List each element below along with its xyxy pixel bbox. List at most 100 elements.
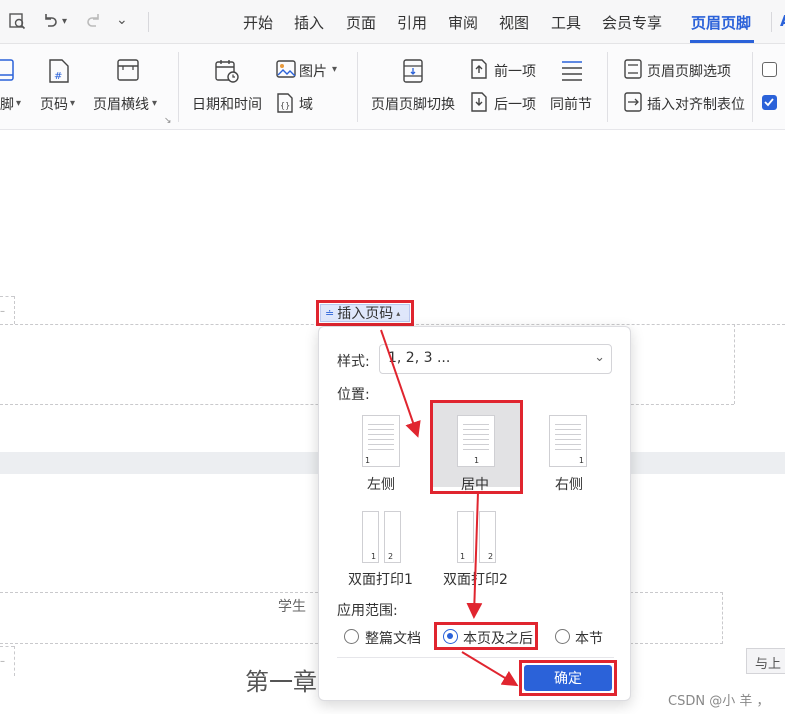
scope-whole-document-label[interactable]: 整篇文档 — [365, 628, 421, 648]
chapter-heading: 第一章 — [245, 668, 317, 696]
header-footer-options-label[interactable]: 页眉页脚选项 — [647, 61, 731, 81]
footer-icon[interactable] — [0, 58, 16, 86]
svg-text:{}: {} — [280, 101, 290, 110]
previous-item-icon[interactable] — [470, 59, 488, 83]
position-left-label: 左侧 — [367, 477, 395, 493]
toolbar-separator — [148, 12, 149, 32]
page-thumbnail: 1 — [457, 511, 474, 563]
scope-highlight-box — [434, 622, 538, 650]
tab-page[interactable]: 页面 — [346, 12, 376, 33]
page-number-icon[interactable]: # — [48, 58, 70, 88]
header-footer-switch-icon[interactable] — [402, 58, 424, 88]
undo-icon[interactable] — [42, 12, 58, 34]
scope-this-section-radio[interactable] — [555, 629, 570, 644]
page-thumbnail: 2 — [479, 511, 496, 563]
tab-review[interactable]: 审阅 — [448, 12, 478, 33]
student-text: 学生 — [278, 599, 306, 615]
header-line-label[interactable]: 页眉横线 — [93, 94, 149, 114]
more-dropdown-icon[interactable]: ⌄ — [116, 12, 128, 28]
field-icon[interactable]: {} — [276, 93, 294, 117]
undo-dropdown-icon[interactable]: ▾ — [62, 16, 67, 27]
dialog-launcher-icon[interactable]: ↘ — [164, 116, 172, 126]
footer-dropdown-icon[interactable]: ▾ — [16, 98, 21, 109]
chevron-down-icon: ⌄ — [594, 350, 605, 365]
link-to-previous-badge[interactable]: 与上 — [746, 648, 785, 674]
redo-icon[interactable] — [86, 12, 102, 34]
print-preview-icon[interactable] — [8, 12, 26, 34]
tab-insert[interactable]: 插入 — [294, 12, 324, 33]
watermark: CSDN @小 羊 ， — [668, 694, 770, 709]
position-duplex-1-label: 双面打印1 — [348, 572, 413, 588]
position-duplex-1-option[interactable]: 1 2 双面打印1 — [336, 505, 426, 589]
insert-align-tab-icon[interactable] — [624, 92, 642, 116]
page-thumbnail: 1 — [549, 415, 587, 467]
position-label: 位置: — [337, 387, 370, 403]
scope-whole-document-radio[interactable] — [344, 629, 359, 644]
svg-text:#: # — [54, 71, 62, 82]
position-right-option[interactable]: 1 右侧 — [529, 409, 619, 493]
insert-align-tab-label[interactable]: 插入对齐制表位 — [647, 94, 745, 114]
header-footer-switch-label[interactable]: 页眉页脚切换 — [371, 94, 455, 114]
tab-view[interactable]: 视图 — [499, 12, 529, 33]
next-item-label[interactable]: 后一项 — [494, 94, 536, 114]
same-as-previous-icon[interactable] — [560, 58, 584, 88]
same-as-previous-label[interactable]: 同前节 — [550, 94, 592, 114]
thumb-page-num: 1 — [365, 456, 371, 465]
header-boundary — [14, 296, 15, 324]
position-duplex-2-option[interactable]: 1 2 双面打印2 — [431, 505, 521, 589]
thumb-page-num: 1 — [460, 552, 466, 561]
style-select[interactable]: 1, 2, 3 ... ⌄ — [379, 344, 612, 374]
top-menu-bar: ▾ ⌄ 开始 插入 页面 引用 审阅 视图 工具 会员专享 页眉页脚 A — [0, 0, 785, 44]
left-marker: – — [0, 306, 5, 317]
tab-member[interactable]: 会员专享 — [602, 12, 662, 33]
tab-tools[interactable]: 工具 — [551, 12, 581, 33]
position-duplex-2-label: 双面打印2 — [443, 572, 508, 588]
page-number-label[interactable]: 页码 — [40, 94, 68, 114]
tab-home[interactable]: 开始 — [243, 12, 273, 33]
popup-divider — [337, 657, 614, 658]
style-select-value: 1, 2, 3 ... — [388, 350, 451, 366]
field-label[interactable]: 域 — [299, 94, 313, 114]
header-line-icon[interactable] — [116, 58, 140, 86]
thumb-page-num: 1 — [578, 456, 584, 465]
next-item-icon[interactable] — [470, 92, 488, 116]
thumb-page-num: 2 — [488, 552, 494, 561]
header-boundary — [0, 646, 14, 647]
header-boundary — [734, 324, 735, 404]
footer-label[interactable]: 脚 — [0, 94, 14, 114]
tab-cut-off[interactable]: A — [780, 12, 785, 30]
header-line-dropdown-icon[interactable]: ▾ — [152, 98, 157, 109]
picture-label[interactable]: 图片 — [299, 61, 327, 81]
chip-highlight-box — [316, 300, 414, 326]
position-left-option[interactable]: 1 左侧 — [336, 409, 426, 493]
page-number-dropdown-icon[interactable]: ▾ — [70, 98, 75, 109]
tab-references[interactable]: 引用 — [397, 12, 427, 33]
previous-item-label[interactable]: 前一项 — [494, 61, 536, 81]
thumb-page-num: 2 — [388, 552, 394, 561]
ribbon-checkbox-1[interactable] — [762, 62, 777, 77]
scope-label: 应用范围: — [337, 603, 398, 619]
tab-header-footer[interactable]: 页眉页脚 — [691, 12, 751, 33]
header-boundary — [0, 296, 14, 297]
style-label: 样式: — [337, 354, 370, 370]
ribbon-separator — [178, 52, 179, 122]
picture-icon[interactable] — [276, 60, 296, 82]
page-thumbnail: 1 — [362, 511, 379, 563]
left-marker: – — [0, 656, 5, 667]
tab-separator — [771, 12, 772, 32]
header-boundary — [14, 646, 15, 676]
datetime-label[interactable]: 日期和时间 — [192, 94, 262, 114]
calendar-clock-icon[interactable] — [214, 58, 240, 88]
picture-dropdown-icon[interactable]: ▾ — [332, 64, 337, 75]
center-highlight-box — [430, 400, 523, 494]
position-right-label: 右侧 — [555, 477, 583, 493]
scope-this-section-label[interactable]: 本节 — [575, 628, 603, 648]
ok-highlight-box — [519, 660, 617, 696]
ribbon-checkbox-2[interactable] — [762, 95, 777, 110]
ribbon-separator — [357, 52, 358, 122]
active-tab-indicator — [690, 40, 754, 43]
header-footer-options-icon[interactable] — [624, 59, 642, 83]
ribbon-separator — [607, 52, 608, 122]
ribbon-separator — [752, 52, 753, 122]
ribbon-toolbar: 脚 ▾ # 页码 ▾ 页眉横线 ▾ ↘ 日期和时间 图片 ▾ {} 域 页眉页脚… — [0, 44, 785, 130]
